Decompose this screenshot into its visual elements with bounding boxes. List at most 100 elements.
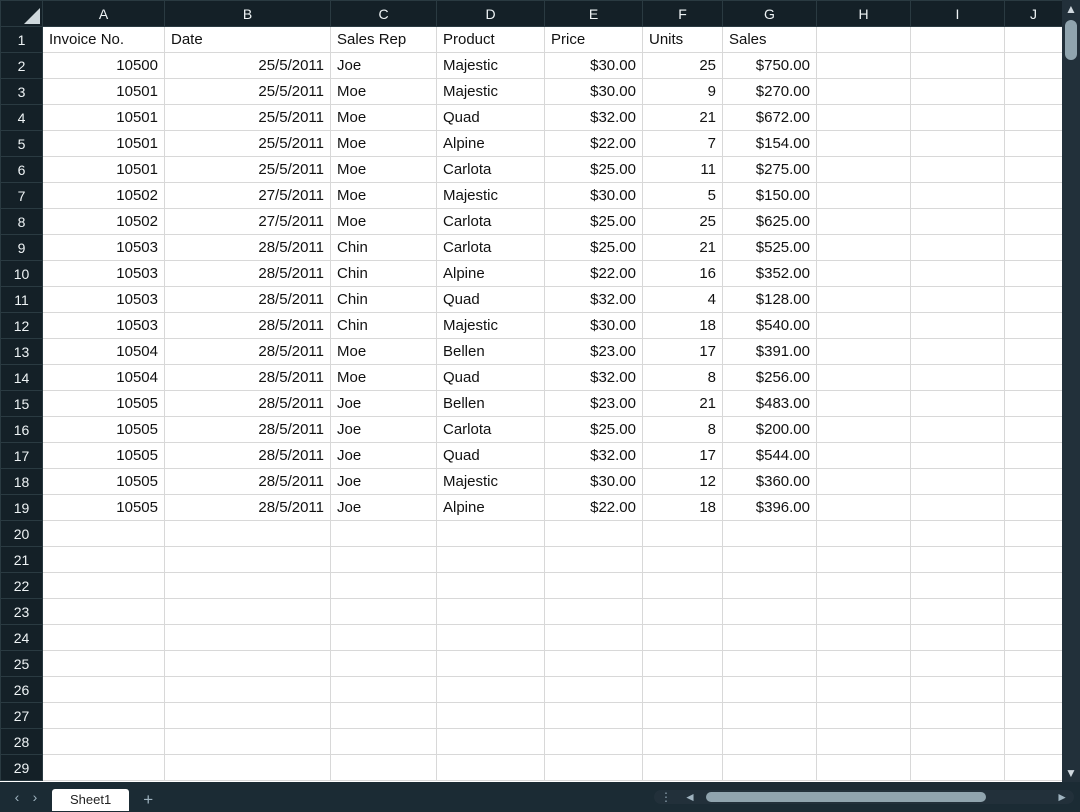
row-header[interactable]: 12 [1,313,43,339]
cell-I8[interactable] [911,209,1005,235]
cell-J25[interactable] [1005,651,1063,677]
cell-H16[interactable] [817,417,911,443]
cell-C26[interactable] [331,677,437,703]
cell-J12[interactable] [1005,313,1063,339]
cell-A3[interactable]: 10501 [43,79,165,105]
row-header[interactable]: 9 [1,235,43,261]
cell-F5[interactable]: 7 [643,131,723,157]
cell-A1[interactable]: Invoice No. [43,27,165,53]
cell-A16[interactable]: 10505 [43,417,165,443]
cell-E29[interactable] [545,755,643,781]
cell-F12[interactable]: 18 [643,313,723,339]
row-header[interactable]: 29 [1,755,43,781]
column-header-J[interactable]: J [1005,1,1063,27]
cell-A20[interactable] [43,521,165,547]
cell-J18[interactable] [1005,469,1063,495]
cell-B22[interactable] [165,573,331,599]
cell-J13[interactable] [1005,339,1063,365]
cell-F1[interactable]: Units [643,27,723,53]
cell-J3[interactable] [1005,79,1063,105]
cell-H3[interactable] [817,79,911,105]
cell-E13[interactable]: $23.00 [545,339,643,365]
cell-J22[interactable] [1005,573,1063,599]
cell-J10[interactable] [1005,261,1063,287]
row-header[interactable]: 14 [1,365,43,391]
cell-C4[interactable]: Moe [331,105,437,131]
cell-B11[interactable]: 28/5/2011 [165,287,331,313]
row-header[interactable]: 20 [1,521,43,547]
cell-G13[interactable]: $391.00 [723,339,817,365]
vertical-scrollbar[interactable]: ▲ ▼ [1062,0,1080,782]
sheet-nav-next-icon[interactable]: › [26,786,44,808]
cell-C10[interactable]: Chin [331,261,437,287]
row-header[interactable]: 3 [1,79,43,105]
cell-H14[interactable] [817,365,911,391]
cell-G6[interactable]: $275.00 [723,157,817,183]
cell-C19[interactable]: Joe [331,495,437,521]
cell-B15[interactable]: 28/5/2011 [165,391,331,417]
row-header[interactable]: 1 [1,27,43,53]
cell-G28[interactable] [723,729,817,755]
cell-G10[interactable]: $352.00 [723,261,817,287]
cell-G12[interactable]: $540.00 [723,313,817,339]
cell-D6[interactable]: Carlota [437,157,545,183]
cell-G23[interactable] [723,599,817,625]
cell-G17[interactable]: $544.00 [723,443,817,469]
cell-I27[interactable] [911,703,1005,729]
cell-C13[interactable]: Moe [331,339,437,365]
cell-D19[interactable]: Alpine [437,495,545,521]
column-header-F[interactable]: F [643,1,723,27]
row-header[interactable]: 5 [1,131,43,157]
row-header[interactable]: 13 [1,339,43,365]
cell-I25[interactable] [911,651,1005,677]
cell-E10[interactable]: $22.00 [545,261,643,287]
cell-G14[interactable]: $256.00 [723,365,817,391]
cell-G19[interactable]: $396.00 [723,495,817,521]
cell-G20[interactable] [723,521,817,547]
cell-D18[interactable]: Majestic [437,469,545,495]
cell-C28[interactable] [331,729,437,755]
cell-C24[interactable] [331,625,437,651]
cell-D22[interactable] [437,573,545,599]
cell-E7[interactable]: $30.00 [545,183,643,209]
cell-E16[interactable]: $25.00 [545,417,643,443]
cell-B9[interactable]: 28/5/2011 [165,235,331,261]
cell-F2[interactable]: 25 [643,53,723,79]
cell-J2[interactable] [1005,53,1063,79]
cell-I19[interactable] [911,495,1005,521]
cell-H8[interactable] [817,209,911,235]
cell-H18[interactable] [817,469,911,495]
cell-G7[interactable]: $150.00 [723,183,817,209]
cell-I5[interactable] [911,131,1005,157]
cell-D17[interactable]: Quad [437,443,545,469]
cell-A6[interactable]: 10501 [43,157,165,183]
cell-B12[interactable]: 28/5/2011 [165,313,331,339]
cell-I9[interactable] [911,235,1005,261]
cell-B5[interactable]: 25/5/2011 [165,131,331,157]
sheet-tab-sheet1[interactable]: Sheet1 [52,789,129,811]
cell-I15[interactable] [911,391,1005,417]
cell-D10[interactable]: Alpine [437,261,545,287]
cell-G18[interactable]: $360.00 [723,469,817,495]
cell-C9[interactable]: Chin [331,235,437,261]
row-header[interactable]: 11 [1,287,43,313]
scroll-down-icon[interactable]: ▼ [1062,764,1080,782]
scroll-left-icon[interactable]: ◄ [684,790,696,804]
cell-I17[interactable] [911,443,1005,469]
cell-E27[interactable] [545,703,643,729]
cell-H10[interactable] [817,261,911,287]
cell-I13[interactable] [911,339,1005,365]
cell-D9[interactable]: Carlota [437,235,545,261]
cell-B8[interactable]: 27/5/2011 [165,209,331,235]
cell-E3[interactable]: $30.00 [545,79,643,105]
cell-E9[interactable]: $25.00 [545,235,643,261]
cell-H20[interactable] [817,521,911,547]
cell-B27[interactable] [165,703,331,729]
cell-A18[interactable]: 10505 [43,469,165,495]
cell-F8[interactable]: 25 [643,209,723,235]
cell-J27[interactable] [1005,703,1063,729]
cell-F17[interactable]: 17 [643,443,723,469]
cell-H13[interactable] [817,339,911,365]
column-header-H[interactable]: H [817,1,911,27]
row-header[interactable]: 15 [1,391,43,417]
